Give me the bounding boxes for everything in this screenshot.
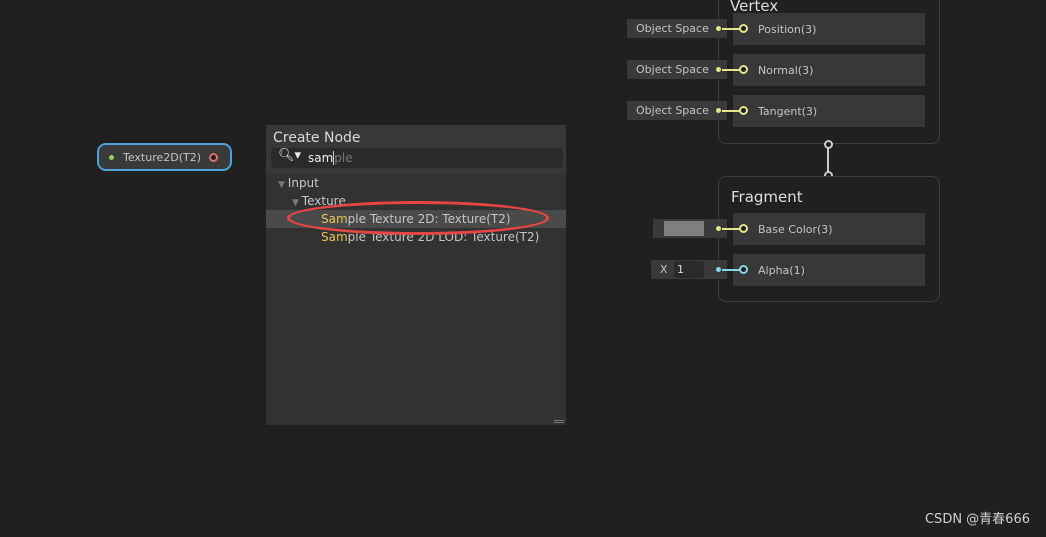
search-autocomplete: ple xyxy=(333,151,353,165)
search-icon[interactable]: 🔍︎▾ xyxy=(278,148,301,163)
search-text: sam xyxy=(308,151,334,165)
slot-base-color[interactable]: Base Color(3) xyxy=(733,213,925,245)
input-port-dot xyxy=(716,108,721,113)
port-wire xyxy=(722,269,740,271)
vertex-out-port[interactable] xyxy=(824,140,833,149)
axis-label: X xyxy=(660,263,668,276)
space-dropdown-position[interactable]: Object Space xyxy=(627,19,727,38)
tree-item-input[interactable]: ▼ Input xyxy=(266,174,566,192)
input-port-dot xyxy=(716,267,721,272)
resize-handle[interactable] xyxy=(554,420,564,423)
texture2d-property-node[interactable]: Texture2D(T2) xyxy=(97,143,232,171)
slot-port[interactable] xyxy=(739,265,748,274)
panel-title: Create Node xyxy=(273,130,361,146)
input-port-dot xyxy=(716,67,721,72)
annotation-ellipse xyxy=(287,201,549,235)
slot-port[interactable] xyxy=(739,224,748,233)
slot-position[interactable]: Position(3) xyxy=(733,13,925,45)
port-wire xyxy=(722,110,740,112)
slot-alpha[interactable]: Alpha(1) xyxy=(733,254,925,286)
create-node-panel: Create Node 🔍︎▾ sample ▼ Input ▼ Texture… xyxy=(266,125,566,425)
property-label: Texture2D(T2) xyxy=(123,150,202,164)
search-field[interactable]: 🔍︎▾ sample xyxy=(271,148,563,168)
alpha-value-field[interactable]: 1 xyxy=(674,261,704,278)
block-title: Fragment xyxy=(731,188,803,206)
vertex-block-title: Vertex xyxy=(730,0,779,15)
space-dropdown-normal[interactable]: Object Space xyxy=(627,60,727,79)
output-port[interactable] xyxy=(209,152,219,162)
port-wire xyxy=(722,28,740,30)
slot-port[interactable] xyxy=(739,106,748,115)
input-port-icon xyxy=(109,154,114,160)
port-wire xyxy=(722,228,740,230)
space-dropdown-tangent[interactable]: Object Space xyxy=(627,101,727,120)
input-port-dot xyxy=(716,226,721,231)
color-swatch[interactable] xyxy=(664,221,704,236)
slot-normal[interactable]: Normal(3) xyxy=(733,54,925,86)
watermark: CSDN @青春666 xyxy=(924,512,1030,527)
input-port-dot xyxy=(716,26,721,31)
slot-port[interactable] xyxy=(739,65,748,74)
port-wire xyxy=(722,69,740,71)
slot-tangent[interactable]: Tangent(3) xyxy=(733,95,925,127)
slot-port[interactable] xyxy=(739,24,748,33)
